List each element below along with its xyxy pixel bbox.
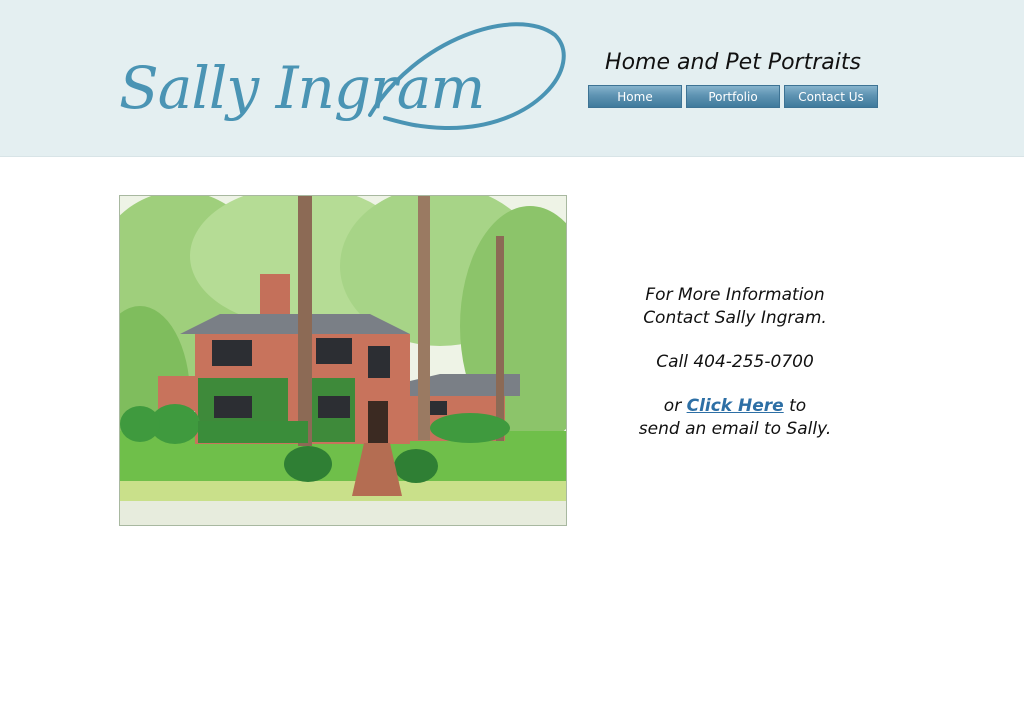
site-header: Sally Ingram Home and Pet Portraits Home… xyxy=(0,0,1024,157)
house-painting-image xyxy=(119,195,567,526)
nav-portfolio-button[interactable]: Portfolio xyxy=(686,85,780,108)
nav-contact-button[interactable]: Contact Us xyxy=(784,85,878,108)
site-logo[interactable]: Sally Ingram xyxy=(115,10,570,150)
phone-number: Call 404-255-0700 xyxy=(656,352,814,372)
info-line-2: Contact Sally Ingram. xyxy=(643,308,827,328)
main-nav: Home Portfolio Contact Us xyxy=(588,85,878,108)
to-text: to xyxy=(783,396,807,416)
logo-text: Sally Ingram xyxy=(119,54,484,122)
info-line-1: For More Information xyxy=(645,285,825,305)
nav-home-button[interactable]: Home xyxy=(588,85,682,108)
contact-info: For More Information Contact Sally Ingra… xyxy=(610,284,860,441)
email-prompt: or Click Here to xyxy=(610,395,860,418)
site-tagline: Home and Pet Portraits xyxy=(605,50,861,75)
email-link[interactable]: Click Here xyxy=(687,396,784,416)
or-text: or xyxy=(663,396,687,416)
email-line: send an email to Sally. xyxy=(638,419,832,439)
